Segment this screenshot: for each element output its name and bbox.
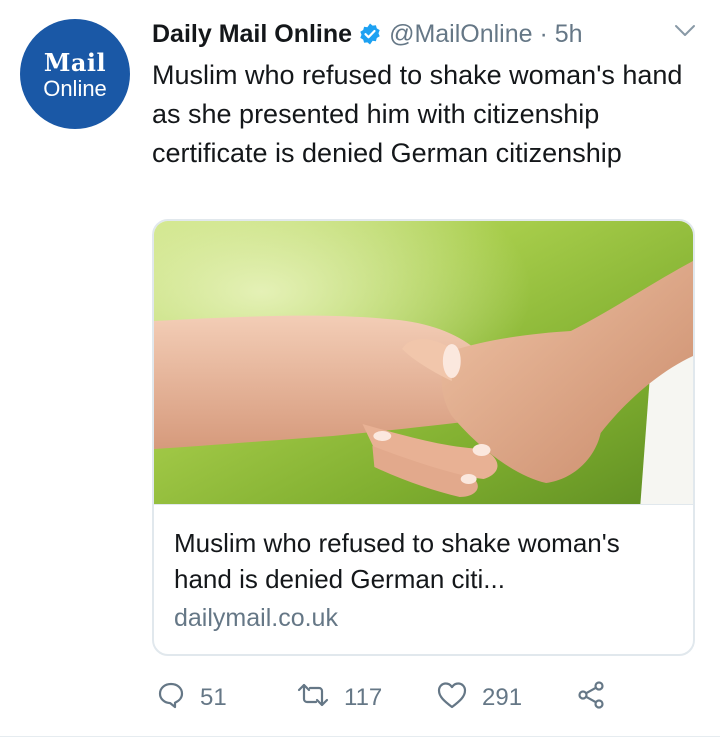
retweet-icon bbox=[296, 680, 330, 717]
card-title: Muslim who refused to shake woman's hand… bbox=[174, 528, 620, 594]
share-button[interactable] bbox=[576, 680, 606, 717]
reply-count: 51 bbox=[200, 684, 227, 711]
tweet-actions: 51 117 291 bbox=[156, 676, 606, 720]
avatar-logo-online: Online bbox=[43, 76, 107, 101]
divider bbox=[0, 736, 720, 737]
avatar-logo-mail: Mail bbox=[43, 48, 107, 77]
heart-icon bbox=[436, 680, 468, 717]
link-card[interactable]: Muslim who refused to shake woman's hand… bbox=[152, 219, 695, 656]
card-image bbox=[154, 221, 693, 505]
chevron-down-icon[interactable] bbox=[674, 24, 696, 43]
card-domain: dailymail.co.uk bbox=[174, 604, 338, 632]
avatar[interactable]: Mail Online bbox=[20, 19, 130, 129]
verified-badge-icon bbox=[358, 22, 382, 46]
like-count: 291 bbox=[482, 684, 523, 711]
like-button[interactable]: 291 bbox=[436, 680, 576, 717]
handle-and-timestamp[interactable]: @MailOnline · 5h bbox=[389, 20, 583, 49]
retweet-button[interactable]: 117 bbox=[296, 680, 436, 717]
tweet-header: Daily Mail Online @MailOnline · 5h bbox=[152, 14, 700, 54]
reply-button[interactable]: 51 bbox=[156, 680, 296, 717]
reply-icon bbox=[156, 680, 186, 717]
tweet-text: Muslim who refused to shake woman's hand… bbox=[152, 60, 683, 168]
display-name[interactable]: Daily Mail Online bbox=[152, 20, 352, 49]
retweet-count: 117 bbox=[344, 684, 383, 711]
share-icon bbox=[576, 680, 606, 717]
